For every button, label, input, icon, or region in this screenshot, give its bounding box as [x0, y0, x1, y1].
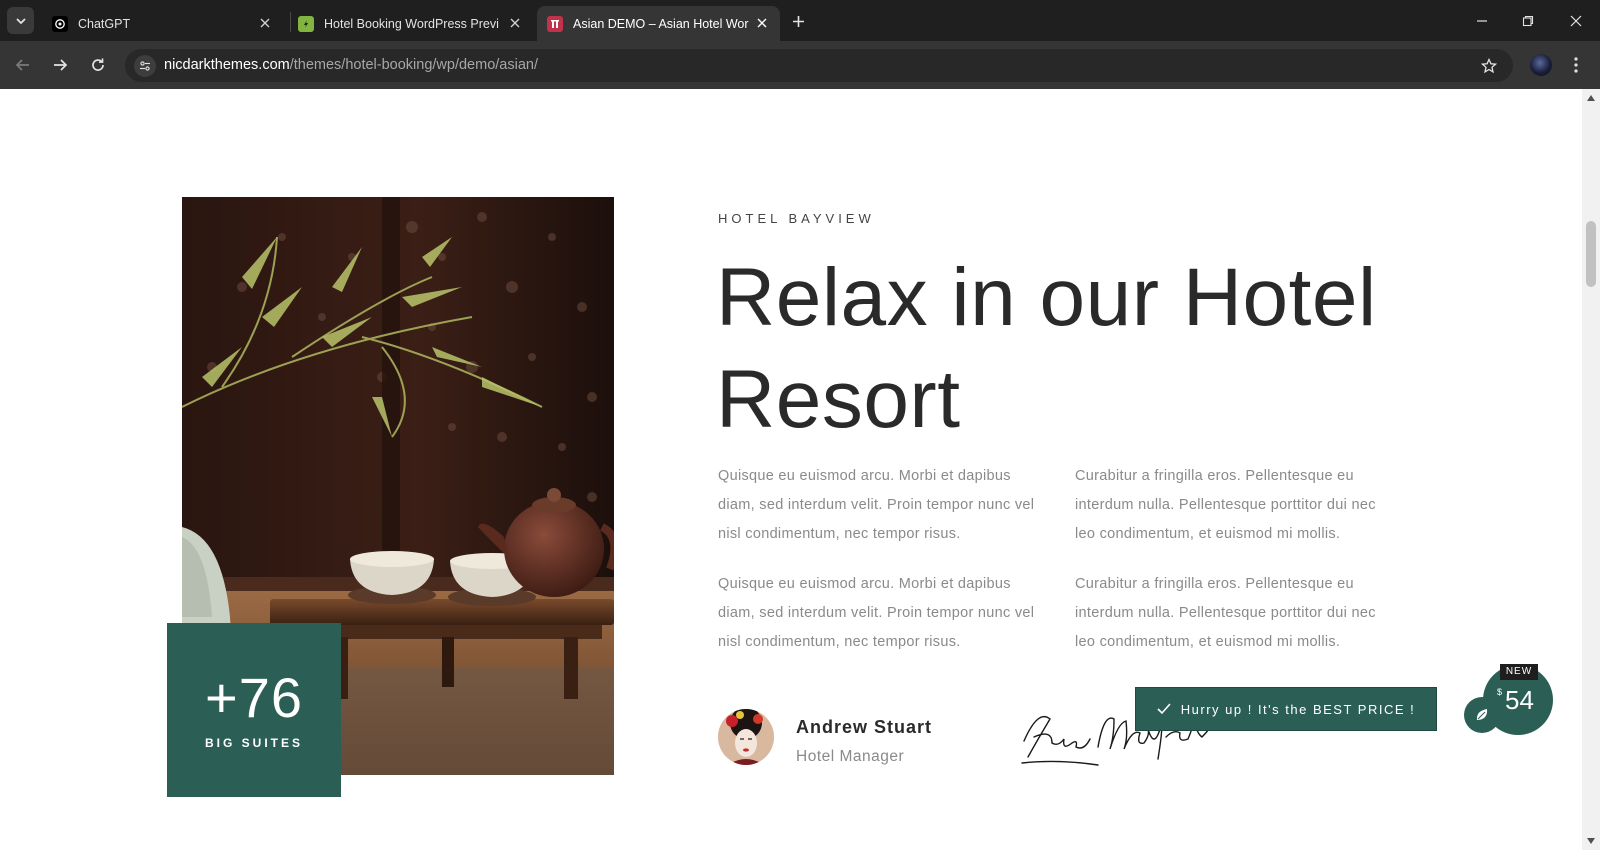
close-tab-icon[interactable] — [257, 15, 273, 31]
paragraph-3: Quisque eu euismod arcu. Morbi et dapibu… — [718, 576, 1035, 650]
tab-chatgpt[interactable]: ChatGPT — [40, 6, 283, 41]
back-button[interactable] — [11, 53, 35, 77]
paragraph-4: Curabitur a fringilla eros. Pellentesque… — [1075, 576, 1376, 650]
url-text[interactable]: nicdarkthemes.com/themes/hotel-booking/w… — [164, 57, 538, 73]
plus-icon — [792, 15, 804, 27]
author-avatar — [718, 709, 774, 765]
title-line-1: Relax in our Hotel — [716, 252, 1377, 343]
minimize-button[interactable] — [1472, 11, 1492, 31]
page-content: +76 BIG SUITES HOTEL BAYVIEW Relax in ou… — [0, 89, 1582, 850]
eco-leaf-button[interactable] — [1464, 697, 1500, 733]
browser-tab-strip: ChatGPT Hotel Booking WordPress Previ As… — [0, 0, 1600, 41]
paragraph-1: Quisque eu euismod arcu. Morbi et dapibu… — [718, 468, 1035, 542]
forward-button[interactable] — [48, 53, 72, 77]
chevron-down-icon — [15, 17, 26, 24]
best-price-banner[interactable]: Hurry up ! It's the BEST PRICE ! — [1135, 687, 1437, 731]
arrow-right-icon — [54, 59, 68, 71]
minimize-icon — [1477, 20, 1487, 22]
url-path: /themes/hotel-booking/wp/demo/asian/ — [289, 57, 538, 73]
bookmark-star-icon[interactable] — [1479, 56, 1499, 76]
browser-toolbar: nicdarkthemes.com/themes/hotel-booking/w… — [0, 41, 1600, 89]
close-window-button[interactable] — [1566, 11, 1586, 31]
arrow-left-icon — [15, 59, 29, 71]
check-icon — [1157, 703, 1171, 715]
suites-count: +76 — [205, 666, 303, 729]
page-title: Relax in our Hotel Resort — [716, 247, 1476, 451]
scroll-down-arrow-icon[interactable] — [1587, 838, 1595, 844]
envato-icon — [298, 15, 314, 32]
price-currency: $ — [1497, 687, 1503, 697]
reload-button[interactable] — [86, 53, 110, 77]
url-host: nicdarkthemes.com — [164, 57, 290, 73]
close-icon — [1570, 15, 1582, 27]
new-badge: NEW — [1500, 664, 1538, 680]
more-vertical-icon — [1574, 57, 1578, 73]
close-tab-icon[interactable] — [754, 15, 770, 31]
address-bar[interactable]: nicdarkthemes.com/themes/hotel-booking/w… — [125, 49, 1513, 82]
tab-asian-demo[interactable]: Asian DEMO – Asian Hotel Wor — [537, 6, 780, 41]
tab-search-button[interactable] — [7, 7, 34, 34]
reload-icon — [92, 58, 104, 71]
page-scrollbar[interactable] — [1582, 89, 1600, 850]
profile-avatar[interactable] — [1530, 54, 1552, 76]
scroll-up-arrow-icon[interactable] — [1587, 95, 1595, 101]
restore-button[interactable] — [1518, 11, 1538, 31]
tab-hotel-booking-preview[interactable]: Hotel Booking WordPress Previ — [290, 6, 533, 41]
close-tab-icon[interactable] — [507, 15, 523, 31]
price-value: 54 — [1505, 685, 1534, 715]
title-line-2: Resort — [716, 354, 961, 445]
author-role: Hotel Manager — [796, 748, 905, 765]
scroll-thumb[interactable] — [1586, 221, 1596, 287]
site-info-icon[interactable] — [134, 55, 156, 77]
suites-label: BIG SUITES — [204, 736, 303, 750]
tab-title: Asian DEMO – Asian Hotel Wor — [573, 16, 749, 31]
leaf-icon — [1476, 709, 1488, 720]
browser-menu-button[interactable] — [1568, 54, 1584, 76]
author-name: Andrew Stuart — [796, 717, 933, 737]
restore-icon — [1522, 15, 1534, 27]
tab-title: Hotel Booking WordPress Previ — [324, 16, 499, 31]
banner-text: Hurry up ! It's the BEST PRICE ! — [1180, 701, 1416, 717]
section-eyebrow: HOTEL BAYVIEW — [718, 211, 875, 226]
tab-title: ChatGPT — [78, 16, 131, 31]
big-suites-counter: +76 BIG SUITES — [167, 623, 341, 797]
new-tab-button[interactable] — [788, 11, 808, 31]
paragraph-2: Curabitur a fringilla eros. Pellentesque… — [1075, 468, 1376, 542]
chatgpt-icon — [52, 15, 68, 32]
hotel-site-icon — [547, 15, 563, 32]
